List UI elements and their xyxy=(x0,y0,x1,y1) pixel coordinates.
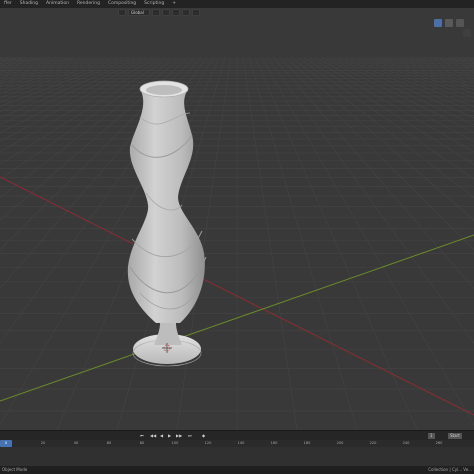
viewport-shading-icon[interactable] xyxy=(445,19,453,27)
snap-target-icon[interactable] xyxy=(172,9,180,16)
ruler-tick-label: 60 xyxy=(106,441,112,445)
orientation-label: Global xyxy=(131,10,144,15)
ruler-tick-label: 40 xyxy=(73,441,79,445)
ruler-tick-label: 20 xyxy=(40,441,46,445)
vase-stem xyxy=(154,323,182,345)
floor-grid xyxy=(0,56,474,430)
3d-viewport[interactable] xyxy=(0,17,474,430)
timeline-ruler[interactable]: 0 20 40 60 80 100 120 140 160 180 200 220 240 260 xyxy=(0,440,474,447)
next-keyframe-icon[interactable]: ▶▶ xyxy=(176,433,182,439)
tab-shading[interactable]: Shading xyxy=(16,0,42,8)
viewport-header xyxy=(0,8,474,17)
status-right: Collection | Cyl... Ve... xyxy=(428,467,472,472)
ruler-tick-label: 260 xyxy=(435,441,443,445)
top-menu-bar: ffer Shading Animation Rendering Composi… xyxy=(0,0,474,8)
zoom-icon[interactable] xyxy=(463,29,471,37)
ruler-tick-label: 100 xyxy=(171,441,179,445)
ruler-tick-label: 80 xyxy=(139,441,145,445)
pivot-icon[interactable] xyxy=(152,9,160,16)
timeline-header: ⏮ ◀◀ ◀ ▶ ▶▶ ⏭ ◆ 1 Start xyxy=(0,430,474,440)
view-gizmo-icon[interactable] xyxy=(434,19,442,27)
transform-pivot-icon[interactable] xyxy=(118,9,126,16)
add-workspace-button[interactable]: + xyxy=(168,0,180,8)
proportional-falloff-icon[interactable] xyxy=(192,9,200,16)
tab-rendering[interactable]: Rendering xyxy=(73,0,104,8)
tab-animation[interactable]: Animation xyxy=(42,0,73,8)
timeline-track[interactable] xyxy=(0,447,474,466)
play-icon[interactable]: ▶ xyxy=(168,433,171,439)
ruler-tick-label: 120 xyxy=(204,441,212,445)
status-left: Object Mode xyxy=(2,467,28,472)
start-frame-field[interactable]: Start xyxy=(448,433,462,439)
ruler-tick-label: 200 xyxy=(336,441,344,445)
ruler-tick-label: 220 xyxy=(369,441,377,445)
ruler-tick-label: 160 xyxy=(270,441,278,445)
proportional-edit-icon[interactable] xyxy=(182,9,190,16)
snap-icon[interactable] xyxy=(162,9,170,16)
jump-end-icon[interactable]: ⏭ xyxy=(188,433,192,439)
ruler-tick-label: 180 xyxy=(303,441,311,445)
playhead[interactable]: 0 xyxy=(0,440,12,447)
orientation-dropdown[interactable]: Global xyxy=(128,9,150,16)
keyframe-icon[interactable]: ◆ xyxy=(202,433,205,439)
ruler-tick-label: 140 xyxy=(237,441,245,445)
current-frame-field[interactable]: 1 xyxy=(428,433,435,439)
ruler-tick-label: 240 xyxy=(402,441,410,445)
jump-start-icon[interactable]: ⏮ xyxy=(140,433,144,439)
viewport-scene xyxy=(0,56,474,430)
overlay-icon[interactable] xyxy=(456,19,464,27)
status-bar: Object Mode Collection | Cyl... Ve... xyxy=(0,466,474,474)
tab-compositing[interactable]: Compositing xyxy=(104,0,140,8)
tab-layout[interactable]: ffer xyxy=(0,0,16,8)
reverse-play-icon[interactable]: ◀ xyxy=(160,433,163,439)
prev-keyframe-icon[interactable]: ◀◀ xyxy=(150,433,156,439)
tab-scripting[interactable]: Scripting xyxy=(140,0,168,8)
